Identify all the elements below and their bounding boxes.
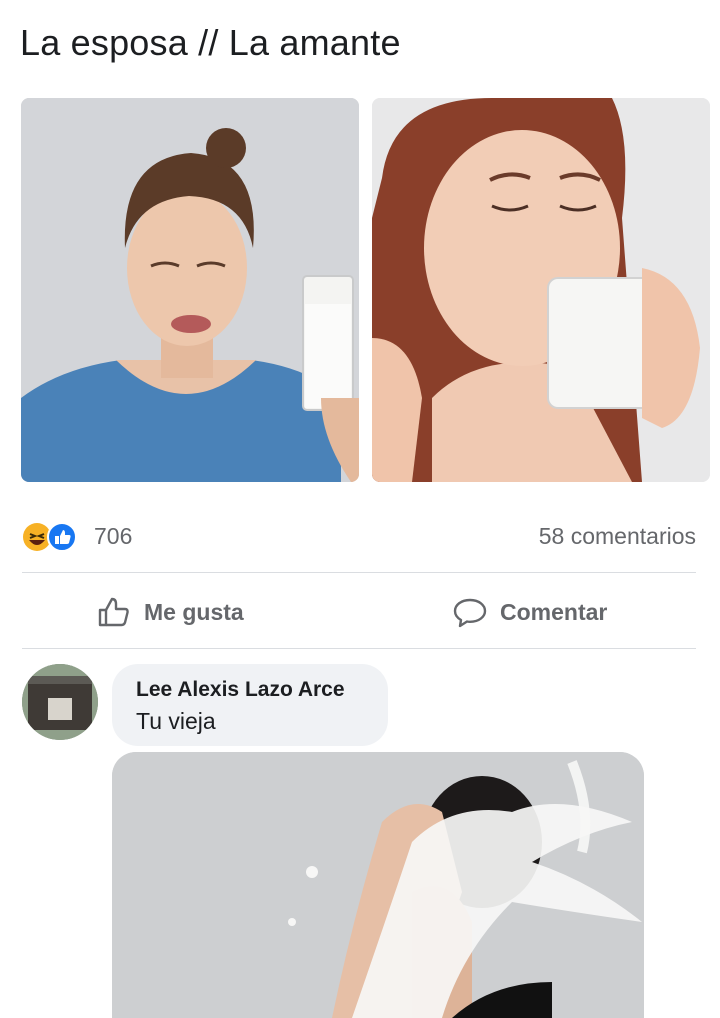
comment-button-label: Comentar bbox=[500, 598, 608, 625]
divider bbox=[22, 572, 696, 573]
like-button[interactable]: Me gusta bbox=[96, 588, 244, 636]
like-button-label: Me gusta bbox=[144, 598, 244, 625]
divider bbox=[22, 648, 696, 649]
comment-count[interactable]: 58 comentarios bbox=[539, 523, 696, 550]
comment-button[interactable]: Comentar bbox=[452, 588, 607, 636]
post-text: La esposa // La amante bbox=[20, 22, 401, 63]
reaction-count[interactable]: 706 bbox=[94, 523, 132, 550]
reactions-bar: 706 58 comentarios bbox=[0, 510, 720, 560]
like-icon bbox=[47, 522, 77, 552]
avatar-image bbox=[22, 664, 98, 740]
post-photo-left[interactable] bbox=[21, 98, 359, 482]
reaction-icons[interactable] bbox=[22, 522, 82, 552]
comment-icon bbox=[453, 598, 487, 628]
photo-milk-splash bbox=[112, 752, 644, 1018]
thumbs-up-icon bbox=[98, 597, 129, 627]
avatar[interactable] bbox=[22, 664, 98, 740]
comment-author[interactable]: Lee Alexis Lazo Arce bbox=[136, 678, 388, 702]
comment-bubble: Lee Alexis Lazo Arce Tu vieja bbox=[112, 664, 388, 746]
haha-icon bbox=[23, 523, 51, 551]
comment-text: Tu vieja bbox=[136, 708, 216, 734]
photo-woman-drinking bbox=[372, 98, 710, 482]
photo-woman-disgusted bbox=[21, 98, 359, 482]
post-photo-right[interactable] bbox=[372, 98, 710, 482]
comment-photo[interactable] bbox=[112, 752, 644, 1018]
